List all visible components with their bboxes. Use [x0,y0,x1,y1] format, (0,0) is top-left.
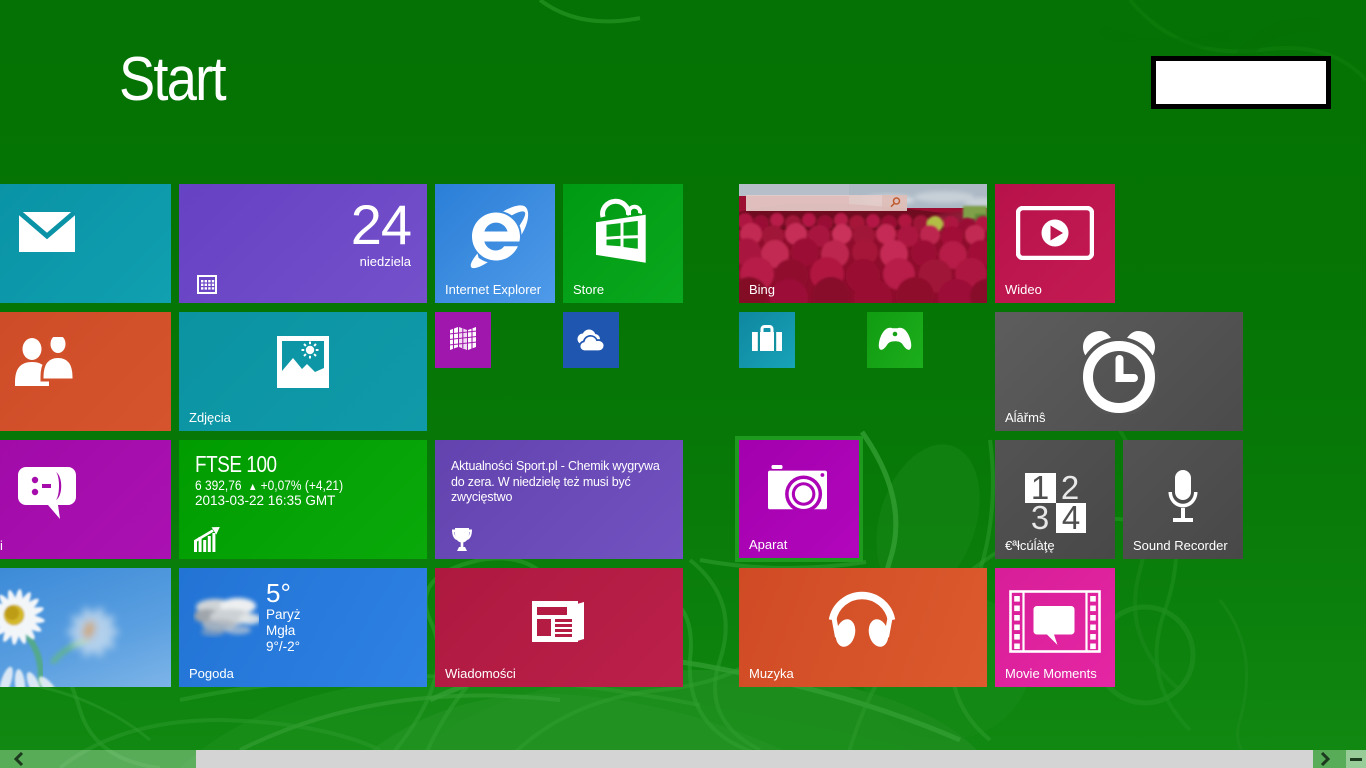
svg-text:4: 4 [1062,499,1080,533]
svg-text:3: 3 [1031,499,1049,533]
